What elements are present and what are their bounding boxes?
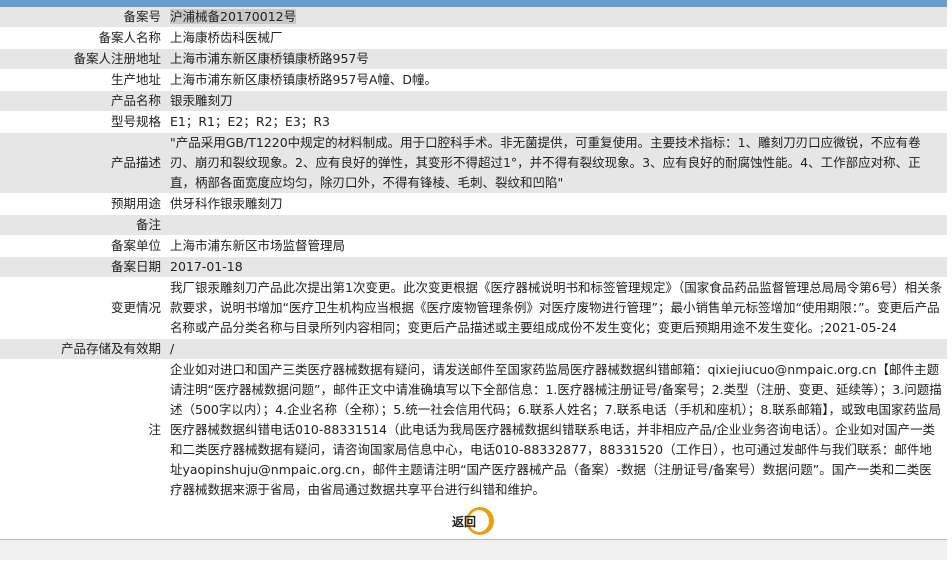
field-value: 上海市浦东新区康桥镇康桥路957号A幢、D幢。 (166, 69, 947, 91)
record-detail-table: 备案号 沪浦械备20170012号 备案人名称 上海康桥齿科医械厂 备案人注册地址 上海市… (0, 7, 947, 501)
field-label: 预期用途 (0, 193, 166, 215)
field-value: 上海康桥齿科医械厂 (166, 27, 947, 49)
field-value: "产品采用GB/T1220中规定的材料制成。用于口腔科手术。非无菌提供，可重复使… (166, 132, 947, 194)
table-row: 注企业如对进口和国产三类医疗器械数据有疑问，请发送邮件至国家药监局医疗器械数据纠… (0, 359, 947, 501)
field-value: 沪浦械备20170012号 (166, 7, 947, 28)
table-row: 预期用途 供牙科作银汞雕刻刀 (0, 193, 947, 215)
field-value: 上海市浦东新区康桥镇康桥路957号 (166, 48, 947, 70)
table-row: 备注 (0, 214, 947, 236)
table-row: 型号规格 E1；R1；E2；R2；E3；R3 (0, 111, 947, 133)
table-row: 备案单位 上海市浦东新区市场监督管理局 (0, 235, 947, 257)
footer: 返回 (0, 501, 947, 540)
field-label: 产品存储及有效期 (0, 338, 166, 360)
field-value: E1；R1；E2；R2；E3；R3 (166, 111, 947, 133)
field-label: 注 (0, 359, 166, 501)
table-row: 产品名称 银汞雕刻刀 (0, 90, 947, 112)
bottom-strip (0, 540, 947, 560)
field-label: 备注 (0, 214, 166, 236)
field-label: 备案日期 (0, 256, 166, 278)
table-row: 变更情况 我厂银汞雕刻刀产品此次提出第1次变更。此次变更根据《医疗器械说明书和标签… (0, 277, 947, 339)
field-label: 产品名称 (0, 90, 166, 112)
field-value: 银汞雕刻刀 (166, 90, 947, 112)
field-value: 企业如对进口和国产三类医疗器械数据有疑问，请发送邮件至国家药监局医疗器械数据纠错… (166, 359, 947, 501)
field-label: 变更情况 (0, 277, 166, 339)
table-row: 备案号 沪浦械备20170012号 (0, 7, 947, 28)
field-value: 供牙科作银汞雕刻刀 (166, 193, 947, 215)
field-value (166, 214, 947, 236)
top-bar (0, 0, 947, 7)
table-row: 备案人名称 上海康桥齿科医械厂 (0, 27, 947, 49)
field-label: 备案号 (0, 7, 166, 28)
table-row: 备案人注册地址 上海市浦东新区康桥镇康桥路957号 (0, 48, 947, 70)
field-label: 备案人注册地址 (0, 48, 166, 70)
table-row: 产品存储及有效期 / (0, 338, 947, 360)
field-label: 备案单位 (0, 235, 166, 257)
field-value: 上海市浦东新区市场监督管理局 (166, 235, 947, 257)
back-button[interactable]: 返回 (452, 507, 496, 537)
table-row: 备案日期 2017-01-18 (0, 256, 947, 278)
field-label: 型号规格 (0, 111, 166, 133)
table-row: 产品描述 "产品采用GB/T1220中规定的材料制成。用于口腔科手术。非无菌提供，… (0, 132, 947, 194)
field-label: 产品描述 (0, 132, 166, 194)
back-label: 返回 (452, 515, 477, 529)
field-value: / (166, 338, 947, 360)
field-value: 2017-01-18 (166, 256, 947, 278)
field-value: 我厂银汞雕刻刀产品此次提出第1次变更。此次变更根据《医疗器械说明书和标签管理规定… (166, 277, 947, 339)
record-number: 沪浦械备20170012号 (170, 9, 297, 24)
field-label: 生产地址 (0, 69, 166, 91)
field-label: 备案人名称 (0, 27, 166, 49)
table-row: 生产地址 上海市浦东新区康桥镇康桥路957号A幢、D幢。 (0, 69, 947, 91)
